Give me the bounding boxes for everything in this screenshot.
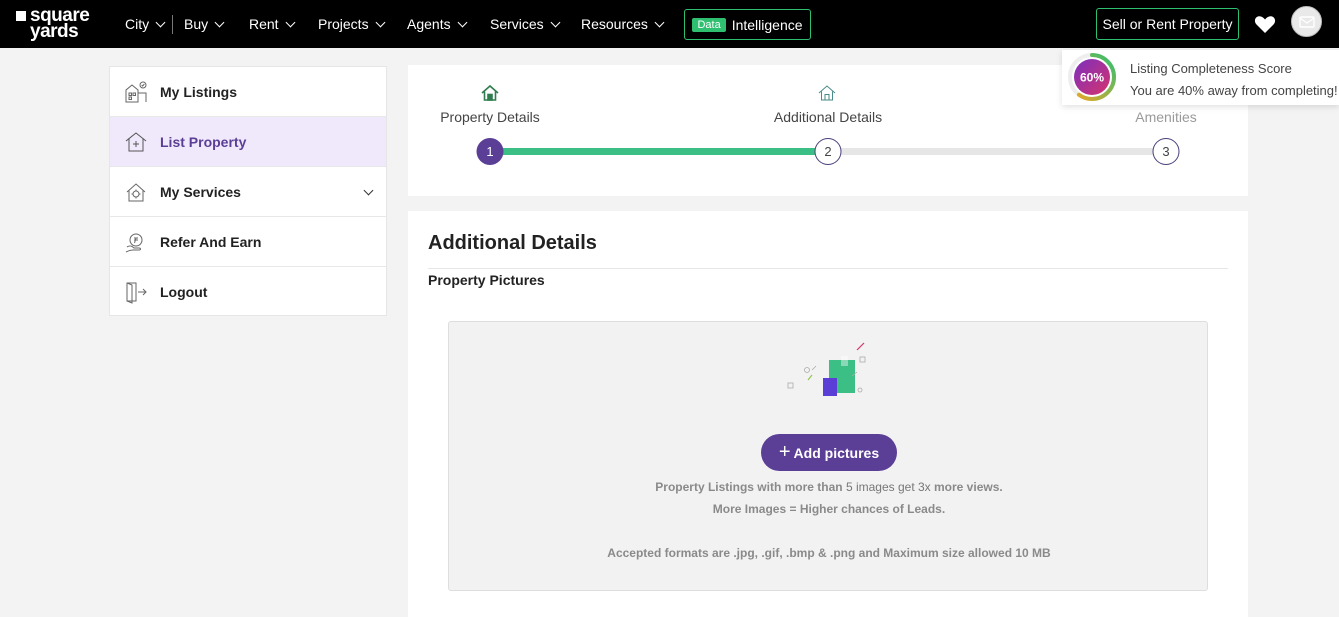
nav-services-label: Services [490, 16, 544, 32]
nav-projects-label: Projects [318, 16, 369, 32]
step-3-dot[interactable]: 3 [1152, 138, 1180, 165]
nav-rent-label: Rent [249, 16, 279, 32]
nav-agents-label: Agents [407, 16, 451, 32]
info-line-3: Accepted formats are .jpg, .gif, .bmp & … [607, 546, 1051, 560]
info-line-1-a: Property Listings with more than [655, 480, 846, 494]
sidebar-item-label: My Listings [160, 83, 238, 100]
info-line-1-c: more views. [930, 480, 1003, 494]
nav-projects[interactable]: Projects [318, 14, 386, 34]
nav-resources[interactable]: Resources [581, 14, 665, 34]
listings-icon [124, 80, 148, 104]
chevron-down-icon [550, 17, 561, 27]
data-badge: Data [692, 17, 726, 32]
home-outline-icon [818, 84, 836, 102]
step-2-label[interactable]: Additional Details [774, 109, 882, 125]
services-icon [124, 180, 148, 204]
chevron-down-icon [285, 17, 296, 27]
sidebar-item-label: List Property [160, 133, 247, 150]
house-plus-icon [124, 130, 148, 154]
refer-icon [124, 230, 148, 254]
sidebar-item-refer-and-earn[interactable]: Refer And Earn [110, 217, 386, 267]
section-title: Additional Details [428, 232, 597, 254]
info-line-2: More Images = Higher chances of Leads. [712, 502, 946, 516]
sidebar-item-label: My Services [160, 183, 241, 200]
nav-resources-label: Resources [581, 16, 648, 32]
divider [428, 268, 1228, 269]
home-icon [481, 84, 499, 102]
logout-icon [124, 280, 148, 304]
nav-city-label: City [125, 16, 150, 32]
sidebar-item-my-services[interactable]: My Services [110, 167, 386, 217]
sell-or-rent-button[interactable]: Sell or Rent Property [1096, 8, 1239, 40]
step-3-label[interactable]: Amenities [1135, 109, 1196, 125]
chevron-down-icon [214, 17, 225, 27]
chevron-down-icon [375, 17, 386, 27]
chevron-down-icon [654, 17, 665, 27]
logo-square-mark [16, 11, 26, 21]
step-2-dot[interactable]: 2 [814, 138, 842, 165]
additional-details-card: Additional Details Property Pictures + A… [408, 211, 1248, 617]
data-intelligence-button[interactable]: Data Intelligence [684, 9, 811, 40]
nav-buy-label: Buy [184, 16, 209, 32]
chevron-down-icon [155, 17, 166, 27]
info-line-1-b: 5 images get 3x [845, 480, 931, 494]
account-sidebar: My Listings List Property My Services Re… [109, 66, 387, 316]
score-percent: 60% [1080, 71, 1104, 85]
chevron-down-icon [457, 17, 468, 27]
sidebar-item-label: Logout [160, 284, 208, 300]
sidebar-item-label: Refer And Earn [160, 233, 262, 250]
user-avatar[interactable] [1291, 6, 1322, 37]
plus-icon: + [778, 440, 791, 463]
step-1-dot[interactable]: 1 [476, 138, 504, 165]
nav-divider [172, 15, 173, 34]
heart-icon[interactable] [1253, 12, 1277, 36]
square-yards-logo[interactable]: square yards [14, 6, 100, 42]
picture-dropzone[interactable]: + Add pictures Property Listings with mo… [448, 321, 1208, 591]
add-pictures-button[interactable]: + Add pictures [761, 434, 897, 471]
add-pictures-label: Add pictures [793, 444, 880, 461]
upload-illustration-icon [787, 342, 866, 396]
nav-services[interactable]: Services [490, 14, 561, 34]
step-1-label[interactable]: Property Details [440, 109, 540, 125]
score-ring: 60% [1068, 53, 1116, 101]
property-pictures-heading: Property Pictures [428, 272, 545, 288]
progress-fill [490, 148, 827, 155]
nav-city[interactable]: City [125, 14, 166, 34]
nav-agents[interactable]: Agents [407, 14, 468, 34]
chevron-down-icon[interactable] [363, 185, 374, 196]
user-icon [1298, 15, 1315, 28]
sidebar-item-list-property[interactable]: List Property [110, 117, 386, 167]
sidebar-item-my-listings[interactable]: My Listings [110, 67, 386, 117]
score-title: Listing Completeness Score [1130, 61, 1292, 76]
top-navigation-bar: square yards City Buy Rent Projects Agen… [0, 0, 1339, 48]
logo-line-2: yards [30, 21, 79, 42]
sidebar-item-logout[interactable]: Logout [110, 267, 386, 317]
data-intelligence-label: Intelligence [731, 16, 803, 33]
nav-rent[interactable]: Rent [249, 14, 296, 34]
nav-buy[interactable]: Buy [184, 14, 225, 34]
listing-completeness-popup: 60% Listing Completeness Score You are 4… [1062, 50, 1339, 105]
info-line-1: Property Listings with more than 5 image… [449, 480, 1209, 494]
score-subtitle: You are 40% away from completing! [1130, 83, 1338, 98]
